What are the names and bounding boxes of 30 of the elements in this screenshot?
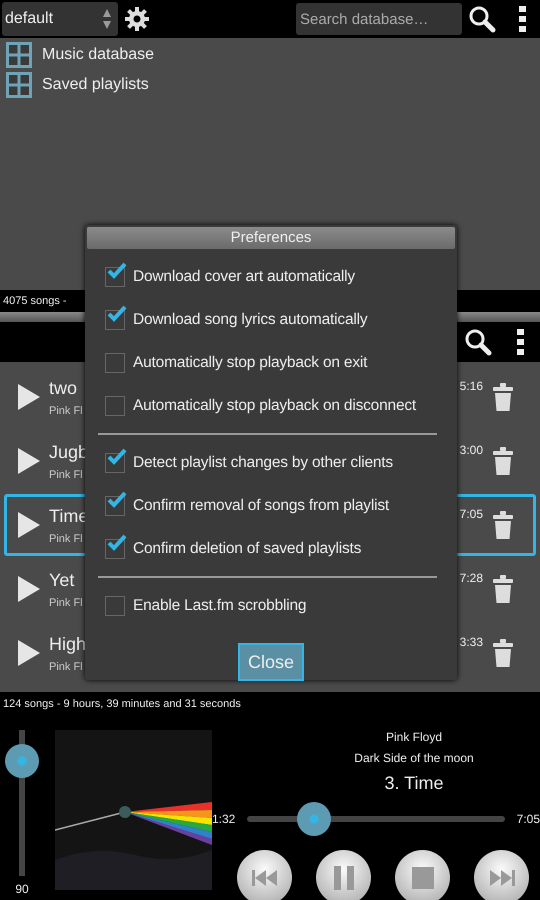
option-label: Automatically stop playback on exit — [133, 354, 368, 372]
song-duration: 7:05 — [460, 507, 483, 521]
artist-name: Pink Floyd — [384, 730, 442, 744]
elapsed-time: 1:32 — [212, 812, 236, 826]
option-label: Download song lyrics automatically — [133, 310, 368, 328]
song-duration: 3:00 — [460, 443, 483, 457]
song-title: High — [49, 634, 88, 654]
option-label: Confirm removal of songs from playlist — [133, 496, 389, 514]
track-title: 3. Time — [383, 773, 444, 794]
song-artist: Pink Fl — [49, 532, 84, 544]
song-duration: 3:33 — [460, 635, 483, 649]
library-status: 4075 songs - — [3, 295, 67, 307]
dialog-title: Preferences — [87, 227, 455, 249]
option-label: Download cover art automatically — [133, 268, 355, 286]
song-artist: Pink Fl — [49, 596, 84, 608]
song-artist: Pink Fl — [49, 468, 84, 480]
total-time: 7:05 — [516, 812, 540, 826]
playlist-status: 124 songs - 9 hours, 39 minutes and 31 seconds — [3, 698, 241, 710]
option-label: Detect playlist changes by other clients — [133, 454, 393, 472]
volume-value: 90 — [15, 882, 29, 896]
song-title: two — [49, 378, 78, 398]
option-label: Automatically stop playback on disconnect — [133, 396, 416, 414]
song-artist: Pink Fl — [49, 404, 84, 416]
option-label: Confirm deletion of saved playlists — [133, 540, 362, 558]
option-label: Enable Last.fm scrobbling — [133, 596, 306, 614]
song-duration: 7:28 — [460, 571, 483, 585]
album-name: Dark Side of the moon — [353, 751, 474, 765]
song-title: Yet — [49, 570, 76, 590]
song-duration: 5:16 — [460, 379, 483, 393]
song-artist: Pink Fl — [49, 660, 84, 672]
